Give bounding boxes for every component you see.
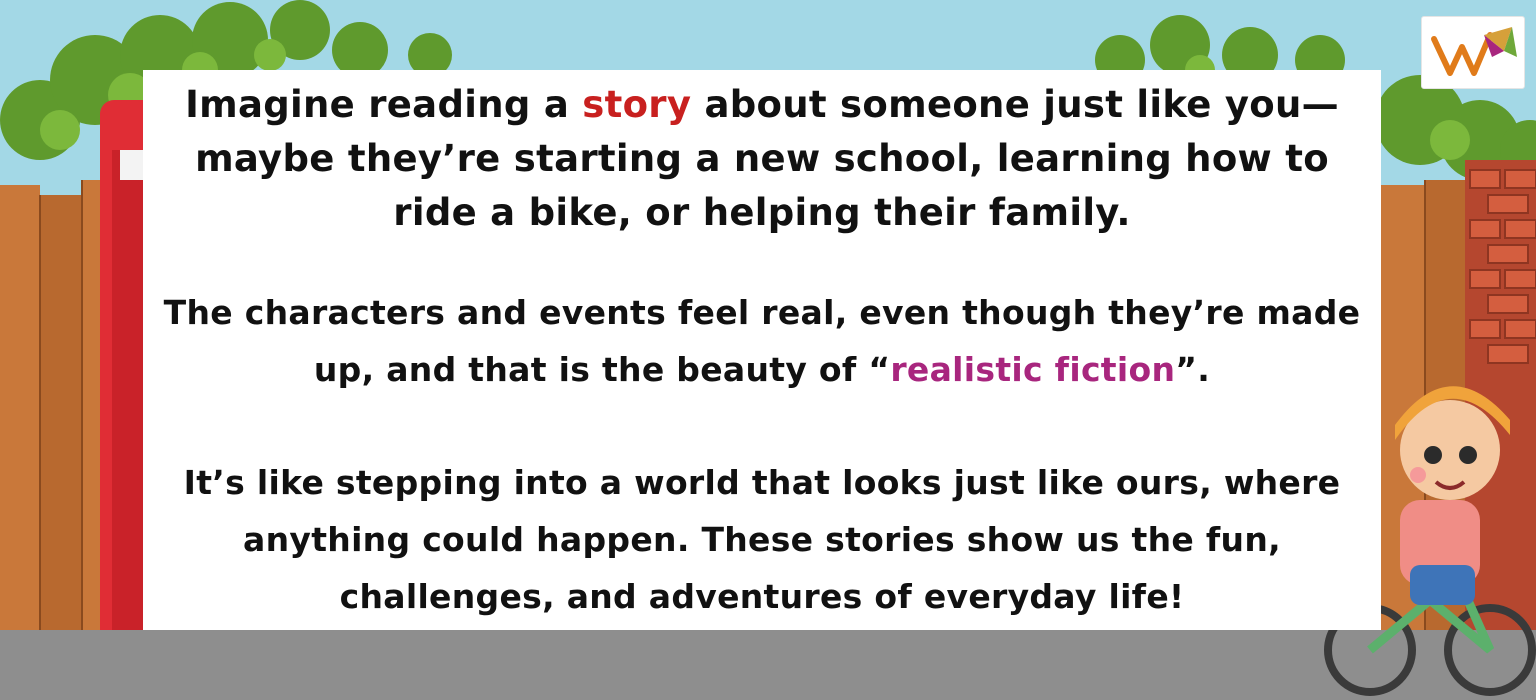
brand-logo-icon [1431, 27, 1517, 76]
definition-paragraph: The characters and events feel real, eve… [153, 284, 1371, 398]
road [0, 630, 1536, 700]
story-highlight: story [582, 83, 692, 126]
brand-logo [1421, 16, 1525, 89]
closing-paragraph: It’s like stepping into a world that loo… [183, 463, 1341, 616]
definition-text-after: ”. [1175, 350, 1211, 389]
text-card: Imagine reading a story about someone ju… [143, 70, 1381, 630]
realistic-fiction-highlight: realistic fiction [890, 350, 1176, 389]
intro-text-before: Imagine reading a [185, 83, 583, 126]
background-scene: Imagine reading a story about someone ju… [0, 0, 1536, 700]
intro-paragraph: Imagine reading a story about someone ju… [153, 78, 1371, 240]
